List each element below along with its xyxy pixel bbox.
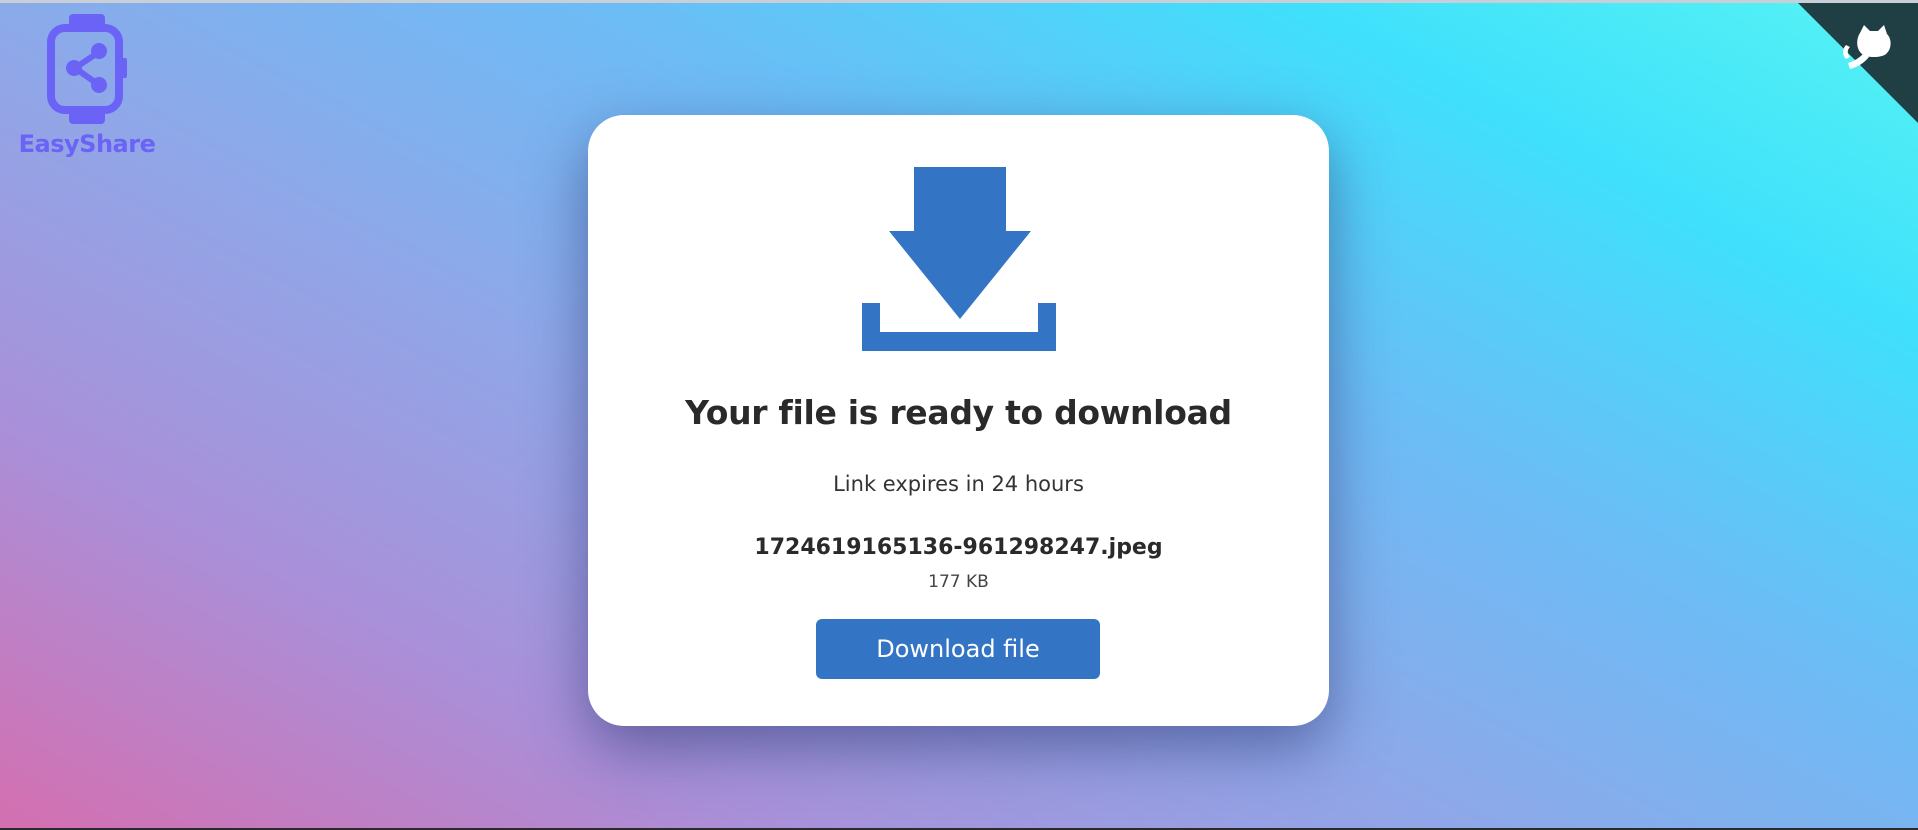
download-file-button[interactable]: Download file xyxy=(816,619,1100,679)
smartwatch-share-icon xyxy=(47,14,127,124)
github-corner-link[interactable] xyxy=(1798,3,1918,123)
page-title: Your file is ready to download xyxy=(685,393,1232,432)
expiry-notice: Link expires in 24 hours xyxy=(833,472,1084,496)
file-size: 177 KB xyxy=(928,572,989,592)
brand-name: EasyShare xyxy=(18,130,156,158)
file-name: 1724619165136-961298247.jpeg xyxy=(754,535,1163,560)
download-icon xyxy=(862,167,1056,351)
brand-logo[interactable]: EasyShare xyxy=(14,12,160,158)
download-card: Your file is ready to download Link expi… xyxy=(588,115,1329,726)
github-octocat-icon xyxy=(1798,3,1918,123)
